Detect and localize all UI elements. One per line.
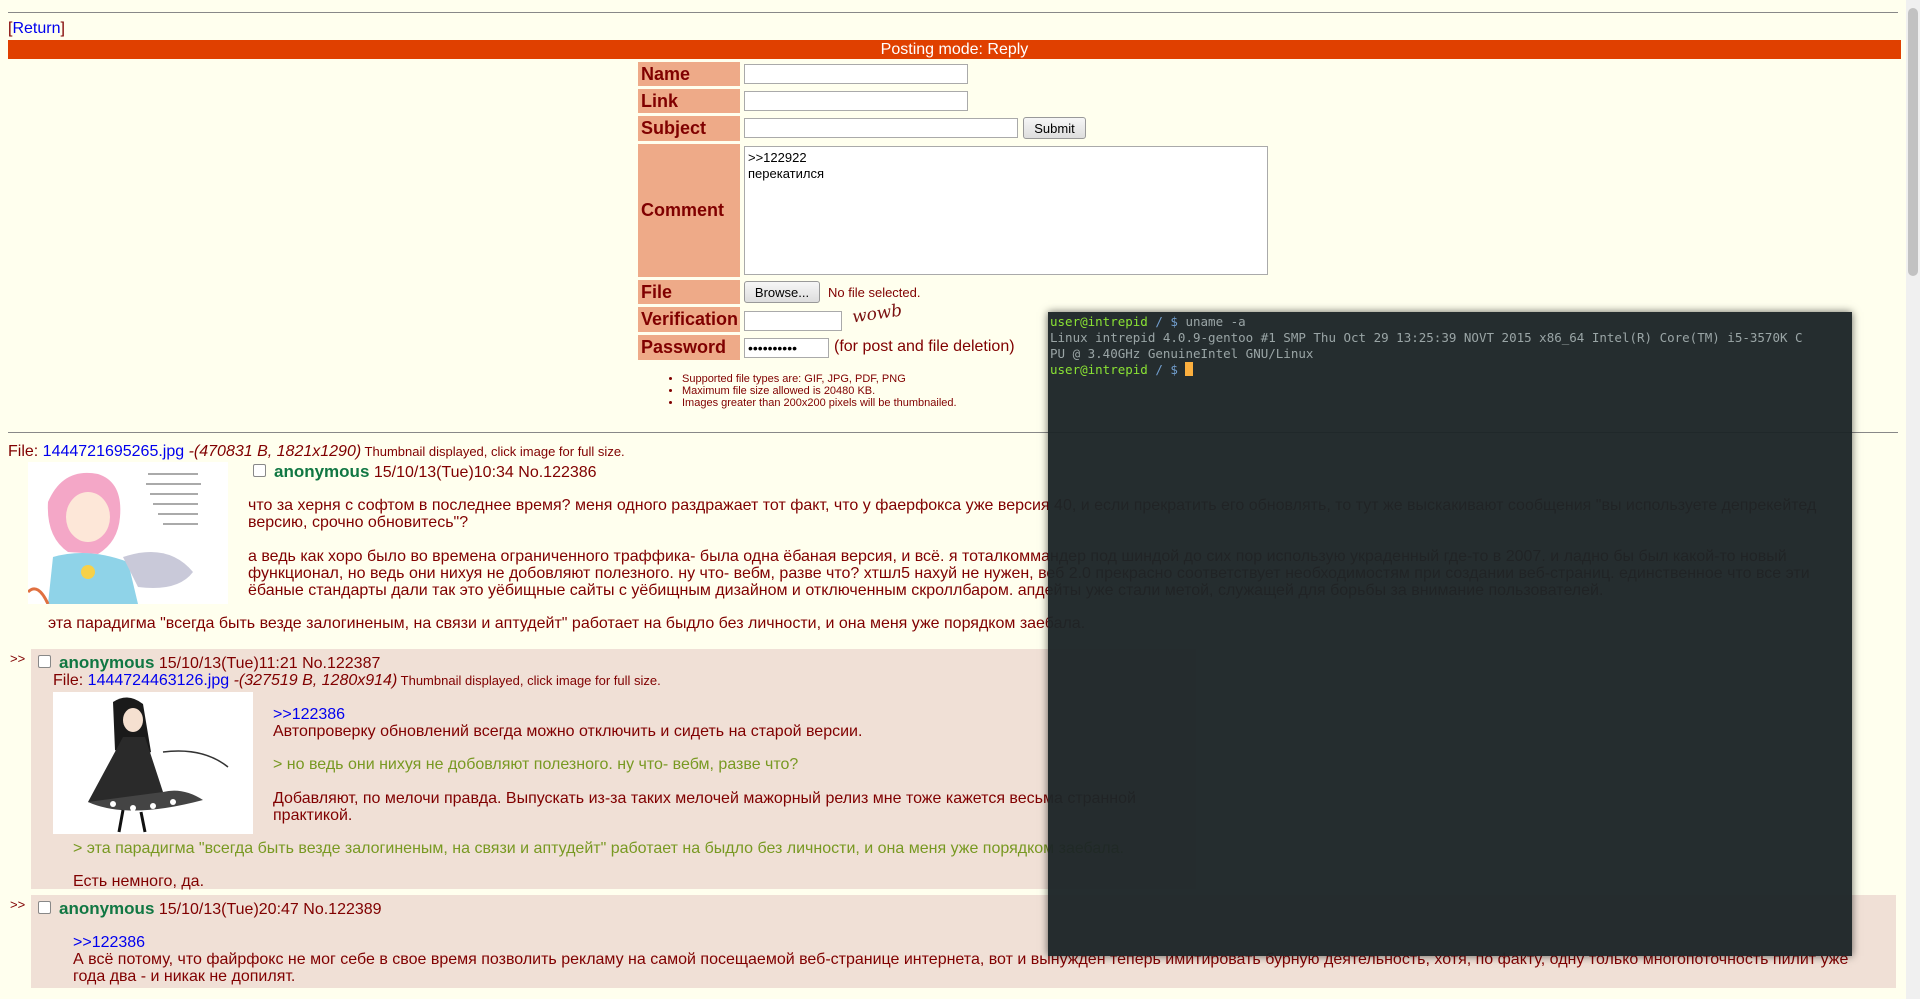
reply-poster-name: anonymous bbox=[59, 653, 155, 672]
submit-button[interactable]: Submit bbox=[1023, 117, 1086, 139]
browse-button[interactable]: Browse... bbox=[744, 281, 820, 303]
reply-line-2: Добавляют, по мелочи правда. Выпускать и… bbox=[273, 790, 1136, 824]
reply-select-checkbox[interactable] bbox=[38, 655, 51, 668]
reply-ref-link[interactable]: >>122386 bbox=[73, 934, 145, 951]
reply-file-info: File: 1444724463126.jpg -(327519 B, 1280… bbox=[53, 672, 661, 689]
op-post-number[interactable]: No.122386 bbox=[518, 464, 596, 481]
posting-mode-bar: Posting mode: Reply bbox=[8, 40, 1901, 59]
file-label: File bbox=[638, 280, 740, 304]
terminal-output-1: Linux intrepid 4.0.9-gentoo #1 SMP Thu O… bbox=[1050, 330, 1803, 345]
reply-poster-name: anonymous bbox=[59, 899, 155, 918]
op-date: 15/10/13(Tue)10:34 bbox=[373, 464, 514, 481]
terminal-output-2: PU @ 3.40GHz GenuineIntel GNU/Linux bbox=[1050, 346, 1314, 361]
reply-quote-1: > но ведь они нихуя не добовляют полезно… bbox=[273, 756, 799, 773]
terminal-cursor bbox=[1185, 362, 1194, 376]
anime-girl-illustration bbox=[53, 692, 253, 834]
reply-arrows: >> bbox=[10, 897, 26, 912]
reply-file-link[interactable]: 1444724463126.jpg bbox=[88, 672, 229, 689]
reply-line-3: Есть немного, да. bbox=[73, 873, 205, 890]
scrollbar-thumb[interactable] bbox=[1908, 8, 1918, 276]
reply-date: 15/10/13(Tue)20:47 bbox=[158, 901, 299, 918]
reply-quote-2: > эта парадигма "всегда быть везде залог… bbox=[73, 840, 1124, 857]
op-thumbnail[interactable] bbox=[28, 462, 228, 604]
op-poster-name: anonymous bbox=[274, 462, 370, 481]
file-status: No file selected. bbox=[828, 285, 921, 300]
subject-label: Subject bbox=[638, 116, 740, 141]
password-input[interactable]: •••••••••• bbox=[744, 338, 829, 358]
return-link[interactable]: Return bbox=[12, 20, 60, 37]
password-note: (for post and file deletion) bbox=[834, 338, 1015, 355]
op-file-info: File: 1444721695265.jpg -(470831 B, 1821… bbox=[8, 443, 625, 460]
reply-line-1: Автопроверку обновлений всегда можно отк… bbox=[273, 723, 863, 740]
comment-label: Comment bbox=[638, 144, 740, 277]
rule-item: Maximum file size allowed is 20480 KB. bbox=[682, 385, 957, 397]
reply-date: 15/10/13(Tue)11:21 bbox=[158, 655, 298, 672]
name-label: Name bbox=[638, 62, 740, 86]
verification-input[interactable] bbox=[744, 311, 842, 331]
reply-ref-link[interactable]: >>122386 bbox=[273, 706, 345, 723]
op-file-link[interactable]: 1444721695265.jpg bbox=[43, 443, 184, 460]
reply-header: anonymous 15/10/13(Tue)11:21 No.122387 bbox=[59, 653, 380, 673]
anime-girl-illustration bbox=[28, 462, 228, 604]
reply-thumbnail[interactable] bbox=[53, 692, 253, 834]
link-label: Link bbox=[638, 89, 740, 113]
top-divider bbox=[8, 12, 1898, 13]
return-nav: [Return] bbox=[8, 20, 65, 37]
reply-line-1: А всё потому, что файрфокс не мог себе в… bbox=[73, 951, 1849, 985]
rule-item: Images greater than 200x200 pixels will … bbox=[682, 397, 957, 409]
reply-post-number[interactable]: No.122389 bbox=[303, 901, 381, 918]
terminal-window[interactable]: user@intrepid / $ uname -a Linux intrepi… bbox=[1048, 312, 1852, 956]
op-header: anonymous 15/10/13(Tue)10:34 No.122386 bbox=[274, 462, 597, 482]
subject-input[interactable] bbox=[744, 118, 1018, 138]
verification-label: Verification bbox=[638, 307, 740, 332]
comment-textarea[interactable] bbox=[744, 146, 1268, 275]
page-scrollbar[interactable] bbox=[1906, 0, 1920, 999]
reply-arrows: >> bbox=[10, 651, 26, 666]
terminal-prompt-line: user@intrepid / $ bbox=[1050, 362, 1850, 378]
reply-post-number[interactable]: No.122387 bbox=[302, 655, 380, 672]
upload-rules: Supported file types are: GIF, JPG, PDF,… bbox=[668, 373, 957, 409]
reply-header: anonymous 15/10/13(Tue)20:47 No.122389 bbox=[59, 899, 382, 919]
password-label: Password bbox=[638, 335, 740, 360]
terminal-line-1: user@intrepid / $ uname -a bbox=[1050, 314, 1246, 329]
link-input[interactable] bbox=[744, 91, 968, 111]
name-input[interactable] bbox=[744, 64, 968, 84]
captcha-image: wowb bbox=[850, 300, 904, 328]
rule-item: Supported file types are: GIF, JPG, PDF,… bbox=[682, 373, 957, 385]
op-select-checkbox[interactable] bbox=[253, 464, 266, 477]
reply-select-checkbox[interactable] bbox=[38, 901, 51, 914]
